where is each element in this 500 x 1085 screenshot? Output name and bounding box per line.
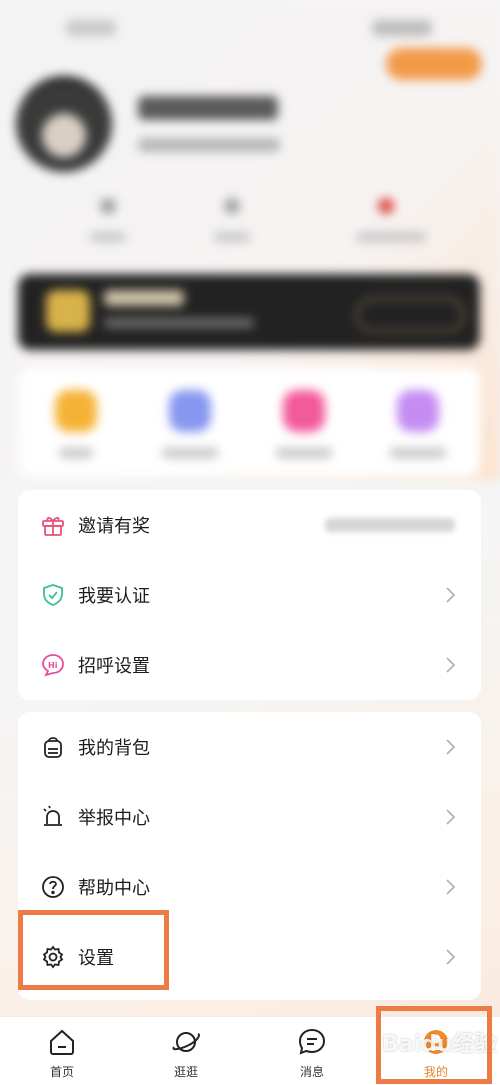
top-action-pill[interactable]	[386, 48, 482, 80]
status-bar-time	[66, 20, 116, 36]
menu-item-label: 邀请有奖	[78, 516, 150, 537]
avatar[interactable]	[16, 76, 112, 172]
menu-item-label: 我要认证	[78, 586, 150, 607]
vip-open-button[interactable]	[356, 298, 464, 332]
chat-bubble-icon	[298, 1028, 326, 1055]
vip-subtitle	[104, 318, 254, 328]
question-circle-icon	[40, 874, 66, 900]
crown-icon	[46, 290, 90, 332]
quick-action-item[interactable]	[36, 390, 116, 458]
alarm-bell-icon	[40, 804, 66, 830]
planet-icon	[172, 1032, 200, 1052]
menu-card-1: 邀请有奖 我要认证 Hi 招呼设置	[18, 490, 481, 700]
stat-item[interactable]	[356, 198, 426, 242]
menu-item-invite[interactable]: 邀请有奖	[18, 490, 481, 560]
chevron-right-icon	[446, 657, 456, 673]
menu-item-label: 招呼设置	[78, 656, 150, 677]
highlight-box-tab-profile	[376, 1006, 492, 1084]
tab-explore[interactable]: 逛逛	[146, 1027, 226, 1080]
vip-title	[104, 290, 184, 306]
menu-item-greeting[interactable]: Hi 招呼设置	[18, 630, 481, 700]
quick-action-item[interactable]	[378, 390, 458, 458]
profile-subtitle	[138, 138, 280, 152]
svg-text:Hi: Hi	[48, 661, 58, 670]
tab-messages[interactable]: 消息	[272, 1027, 352, 1080]
menu-item-backpack[interactable]: 我的背包	[18, 712, 481, 782]
menu-item-verify[interactable]: 我要认证	[18, 560, 481, 630]
tab-home[interactable]: 首页	[22, 1027, 102, 1080]
hi-bubble-icon: Hi	[40, 652, 66, 678]
chevron-right-icon	[446, 809, 456, 825]
chevron-right-icon	[446, 879, 456, 895]
stat-item[interactable]	[202, 198, 262, 242]
highlight-box-settings	[18, 910, 169, 990]
home-icon	[50, 1029, 74, 1055]
profile-name	[138, 96, 278, 120]
tab-label: 消息	[299, 1065, 324, 1079]
chevron-right-icon	[446, 949, 456, 965]
menu-item-report[interactable]: 举报中心	[18, 782, 481, 852]
quick-action-item[interactable]	[264, 390, 344, 458]
menu-item-label: 我的背包	[78, 738, 150, 759]
tab-label: 首页	[49, 1065, 74, 1079]
stat-item[interactable]	[78, 198, 138, 242]
tab-label: 逛逛	[173, 1065, 198, 1079]
status-bar-indicators	[372, 20, 432, 36]
menu-item-label: 帮助中心	[78, 878, 150, 899]
invite-extra-text	[325, 518, 455, 532]
menu-item-label: 举报中心	[78, 808, 150, 829]
vip-banner[interactable]	[18, 274, 480, 350]
quick-action-item[interactable]	[150, 390, 230, 458]
quick-actions	[18, 368, 480, 476]
backpack-icon	[40, 734, 66, 760]
chevron-right-icon	[446, 587, 456, 603]
chevron-right-icon	[446, 739, 456, 755]
gift-icon	[40, 512, 66, 538]
shield-check-icon	[40, 582, 66, 608]
